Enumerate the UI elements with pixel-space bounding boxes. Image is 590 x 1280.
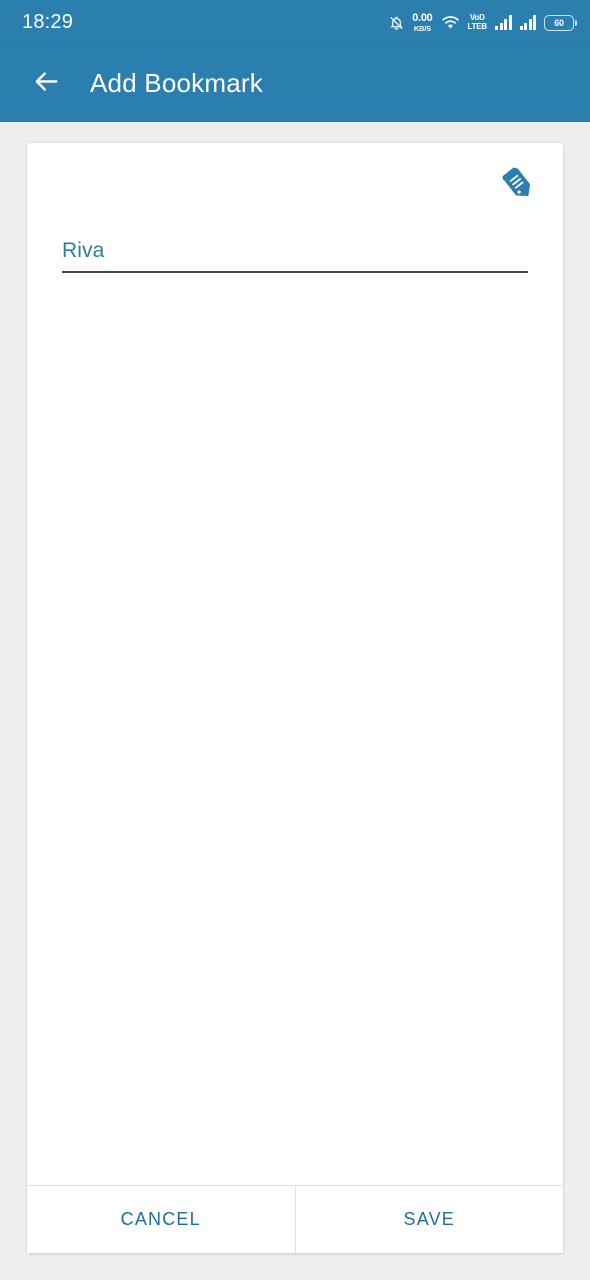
pencil-edit-icon <box>501 166 535 206</box>
signal-bars-icon-sim1 <box>495 15 512 30</box>
network-speed-indicator: 0.00 KB/S <box>412 11 433 33</box>
app-bar: Add Bookmark <box>0 45 590 122</box>
status-bar-icons: 0.00 KB/S VoD LTEB 60 <box>389 11 577 33</box>
network-speed-value: 0.00 <box>412 11 433 24</box>
volte-icon: VoD LTEB <box>468 14 488 31</box>
bookmark-name-input[interactable] <box>62 239 528 271</box>
status-bar: 18:29 0.00 KB/S VoD LTEB 60 <box>0 0 590 45</box>
bookmark-name-underline <box>62 271 528 273</box>
wifi-icon <box>441 15 460 30</box>
page-title: Add Bookmark <box>90 68 263 98</box>
arrow-left-icon <box>32 67 61 101</box>
bookmark-name-field-group <box>62 239 528 273</box>
edit-bookmark-button[interactable] <box>497 165 539 207</box>
volte-label-top: VoD <box>469 13 485 22</box>
status-clock: 18:29 <box>22 11 74 33</box>
cancel-button[interactable]: CANCEL <box>27 1186 296 1253</box>
card-action-bar: CANCEL SAVE <box>27 1185 563 1253</box>
content-area: CANCEL SAVE <box>0 122 590 1280</box>
network-speed-unit: KB/S <box>413 23 431 33</box>
back-button[interactable] <box>24 62 68 106</box>
signal-bars-icon-sim2 <box>519 15 536 30</box>
bell-muted-icon <box>389 15 404 31</box>
bookmark-card: CANCEL SAVE <box>27 143 563 1253</box>
battery-icon: 60 <box>544 14 577 31</box>
battery-level-label: 60 <box>554 17 564 28</box>
save-button[interactable]: SAVE <box>295 1186 563 1253</box>
volte-label-bottom: LTEB <box>467 22 488 31</box>
card-body <box>27 143 563 1185</box>
